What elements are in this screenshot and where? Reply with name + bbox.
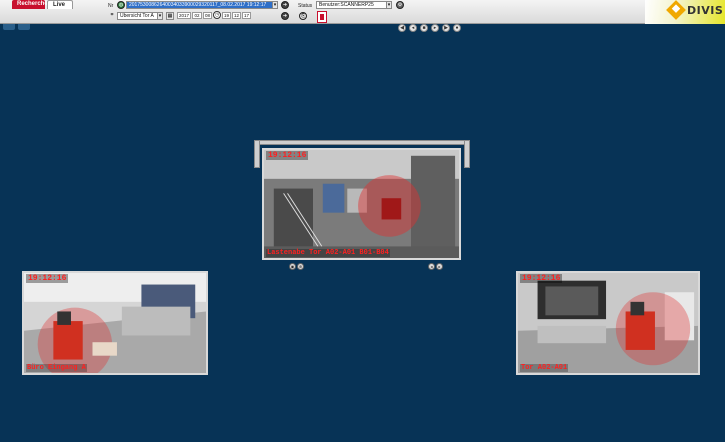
view-tab[interactable] — [3, 24, 15, 30]
tab-recherche[interactable]: Recherche — [12, 0, 48, 9]
stop-icon[interactable]: ■ — [420, 24, 428, 32]
settings-icon[interactable]: ⚙ — [396, 1, 404, 9]
camera-caption: Lastenabe Tor A02-A01 B01-B04 — [266, 249, 390, 257]
live-icon[interactable]: ● — [453, 24, 461, 32]
brand-name: DIVIS — [687, 4, 724, 17]
camera-caption: Tor A02-A01 — [520, 364, 569, 372]
camera-next-icon[interactable]: ▸ — [436, 263, 443, 270]
chevron-down-icon[interactable]: ▾ — [386, 1, 392, 9]
rewind-icon[interactable]: ◀ — [398, 24, 406, 32]
camera-view-left[interactable]: 19:12:16 Büro Eingang A — [22, 271, 208, 375]
camera-frame-right — [464, 140, 470, 168]
camera-frame-top — [254, 140, 470, 145]
camera-view-center[interactable]: 19:12:16 Lastenabe Tor A02-A01 B01-B04 — [262, 148, 461, 260]
time-second-field[interactable]: 17 — [242, 12, 251, 19]
camera-image — [264, 150, 459, 258]
camera-timestamp: 19:12:16 — [266, 151, 309, 160]
export-icon[interactable]: ⎘ — [299, 12, 307, 20]
toolbar: Recherche Live Nr ◍ 20175300862640034033… — [0, 0, 725, 24]
globe-icon[interactable]: ◍ — [117, 1, 125, 9]
camera-view-right[interactable]: 19:12:16 Tor A02-A01 — [516, 271, 700, 375]
view-tabs — [0, 24, 60, 30]
camera-timestamp: 19:12:16 — [26, 274, 69, 283]
date-year-field[interactable]: 2017 — [177, 12, 191, 19]
chevron-down-icon[interactable]: ▾ — [157, 12, 163, 20]
time-minute-field[interactable]: 12 — [232, 12, 241, 19]
time-hour-field[interactable]: 19 — [222, 12, 231, 19]
camera-image — [518, 273, 698, 373]
go-icon[interactable]: ➜ — [281, 12, 289, 20]
date-month-field[interactable]: 02 — [192, 12, 202, 19]
view-tab[interactable] — [18, 24, 30, 30]
layout-icon[interactable]: ⌗ — [108, 12, 116, 20]
tab-live[interactable]: Live — [47, 0, 73, 9]
camera-image — [24, 273, 206, 373]
camera-timestamp: 19:12:16 — [520, 274, 563, 283]
play-icon[interactable]: ▸ — [431, 24, 439, 32]
clock-icon[interactable]: ◷ — [213, 11, 221, 19]
date-day-field[interactable]: 08 — [203, 12, 212, 19]
brand-logo: DIVIS — [645, 0, 725, 24]
camera-zoom-icon[interactable]: ⊕ — [297, 263, 304, 270]
step-back-icon[interactable]: ◂ — [409, 24, 417, 32]
nr-label: Nr — [108, 3, 114, 9]
camera-caption: Büro Eingang A — [26, 364, 87, 372]
divis-logo-icon — [666, 0, 686, 20]
go-icon[interactable]: ➜ — [281, 1, 289, 9]
chevron-down-icon[interactable]: ▾ — [272, 1, 278, 9]
status-label: Status — [298, 3, 313, 9]
calendar-icon[interactable]: ▦ — [166, 12, 174, 20]
record-icon[interactable] — [317, 11, 327, 23]
camera-frame-left — [254, 140, 260, 168]
camera-prev-icon[interactable]: ◂ — [428, 263, 435, 270]
record-number-field[interactable]: 20175300862640034033900029320117_08.02.2… — [126, 1, 278, 9]
camera-ptz-icon[interactable]: ◉ — [289, 263, 296, 270]
fast-forward-icon[interactable]: ▶ — [442, 24, 450, 32]
status-select[interactable]: Benutzer:SCANNERP25 — [316, 1, 392, 9]
